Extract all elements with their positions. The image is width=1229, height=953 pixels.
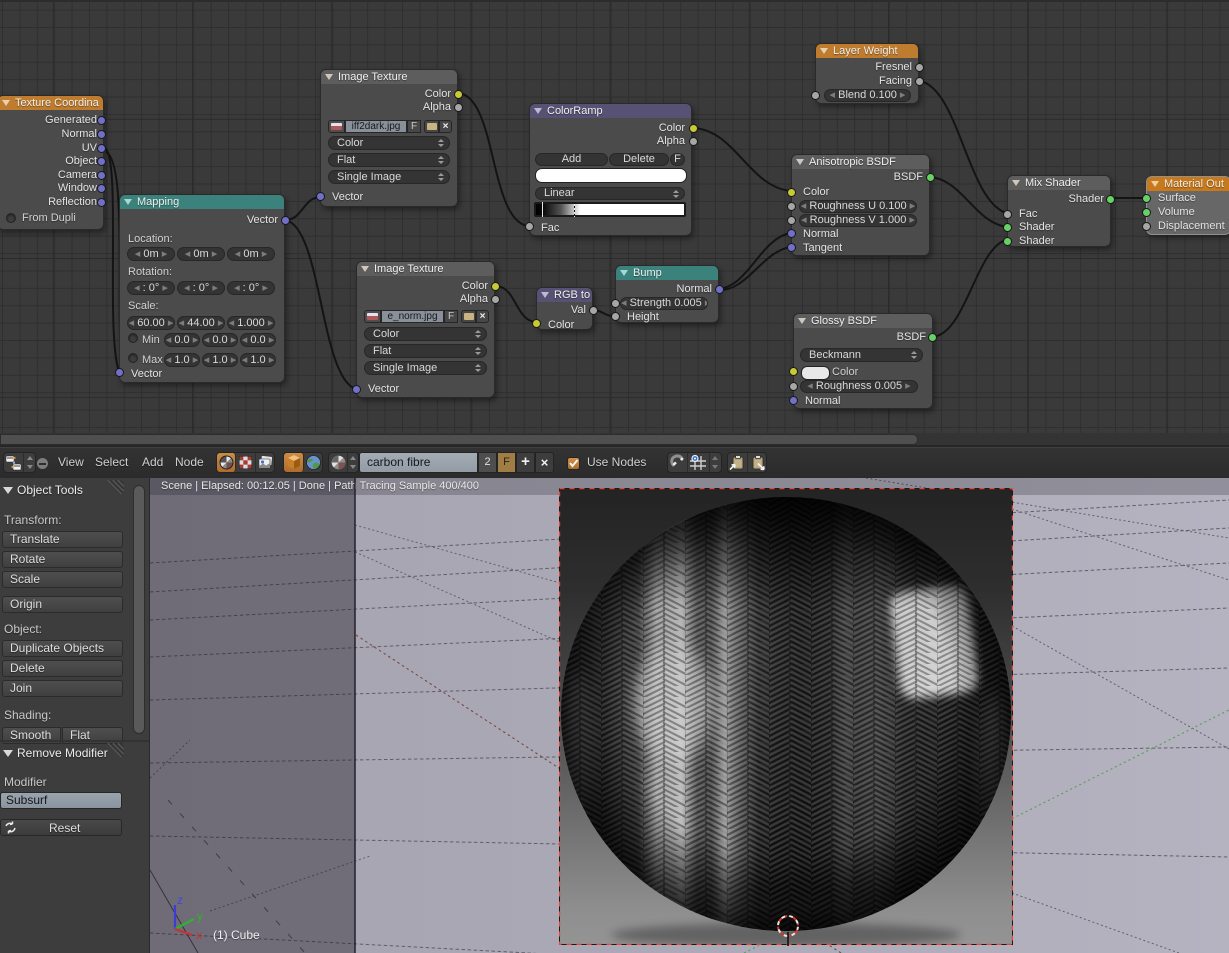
svg-text:y: y [197,909,203,923]
svg-text:x: x [196,928,202,942]
svg-text:z: z [177,893,183,907]
